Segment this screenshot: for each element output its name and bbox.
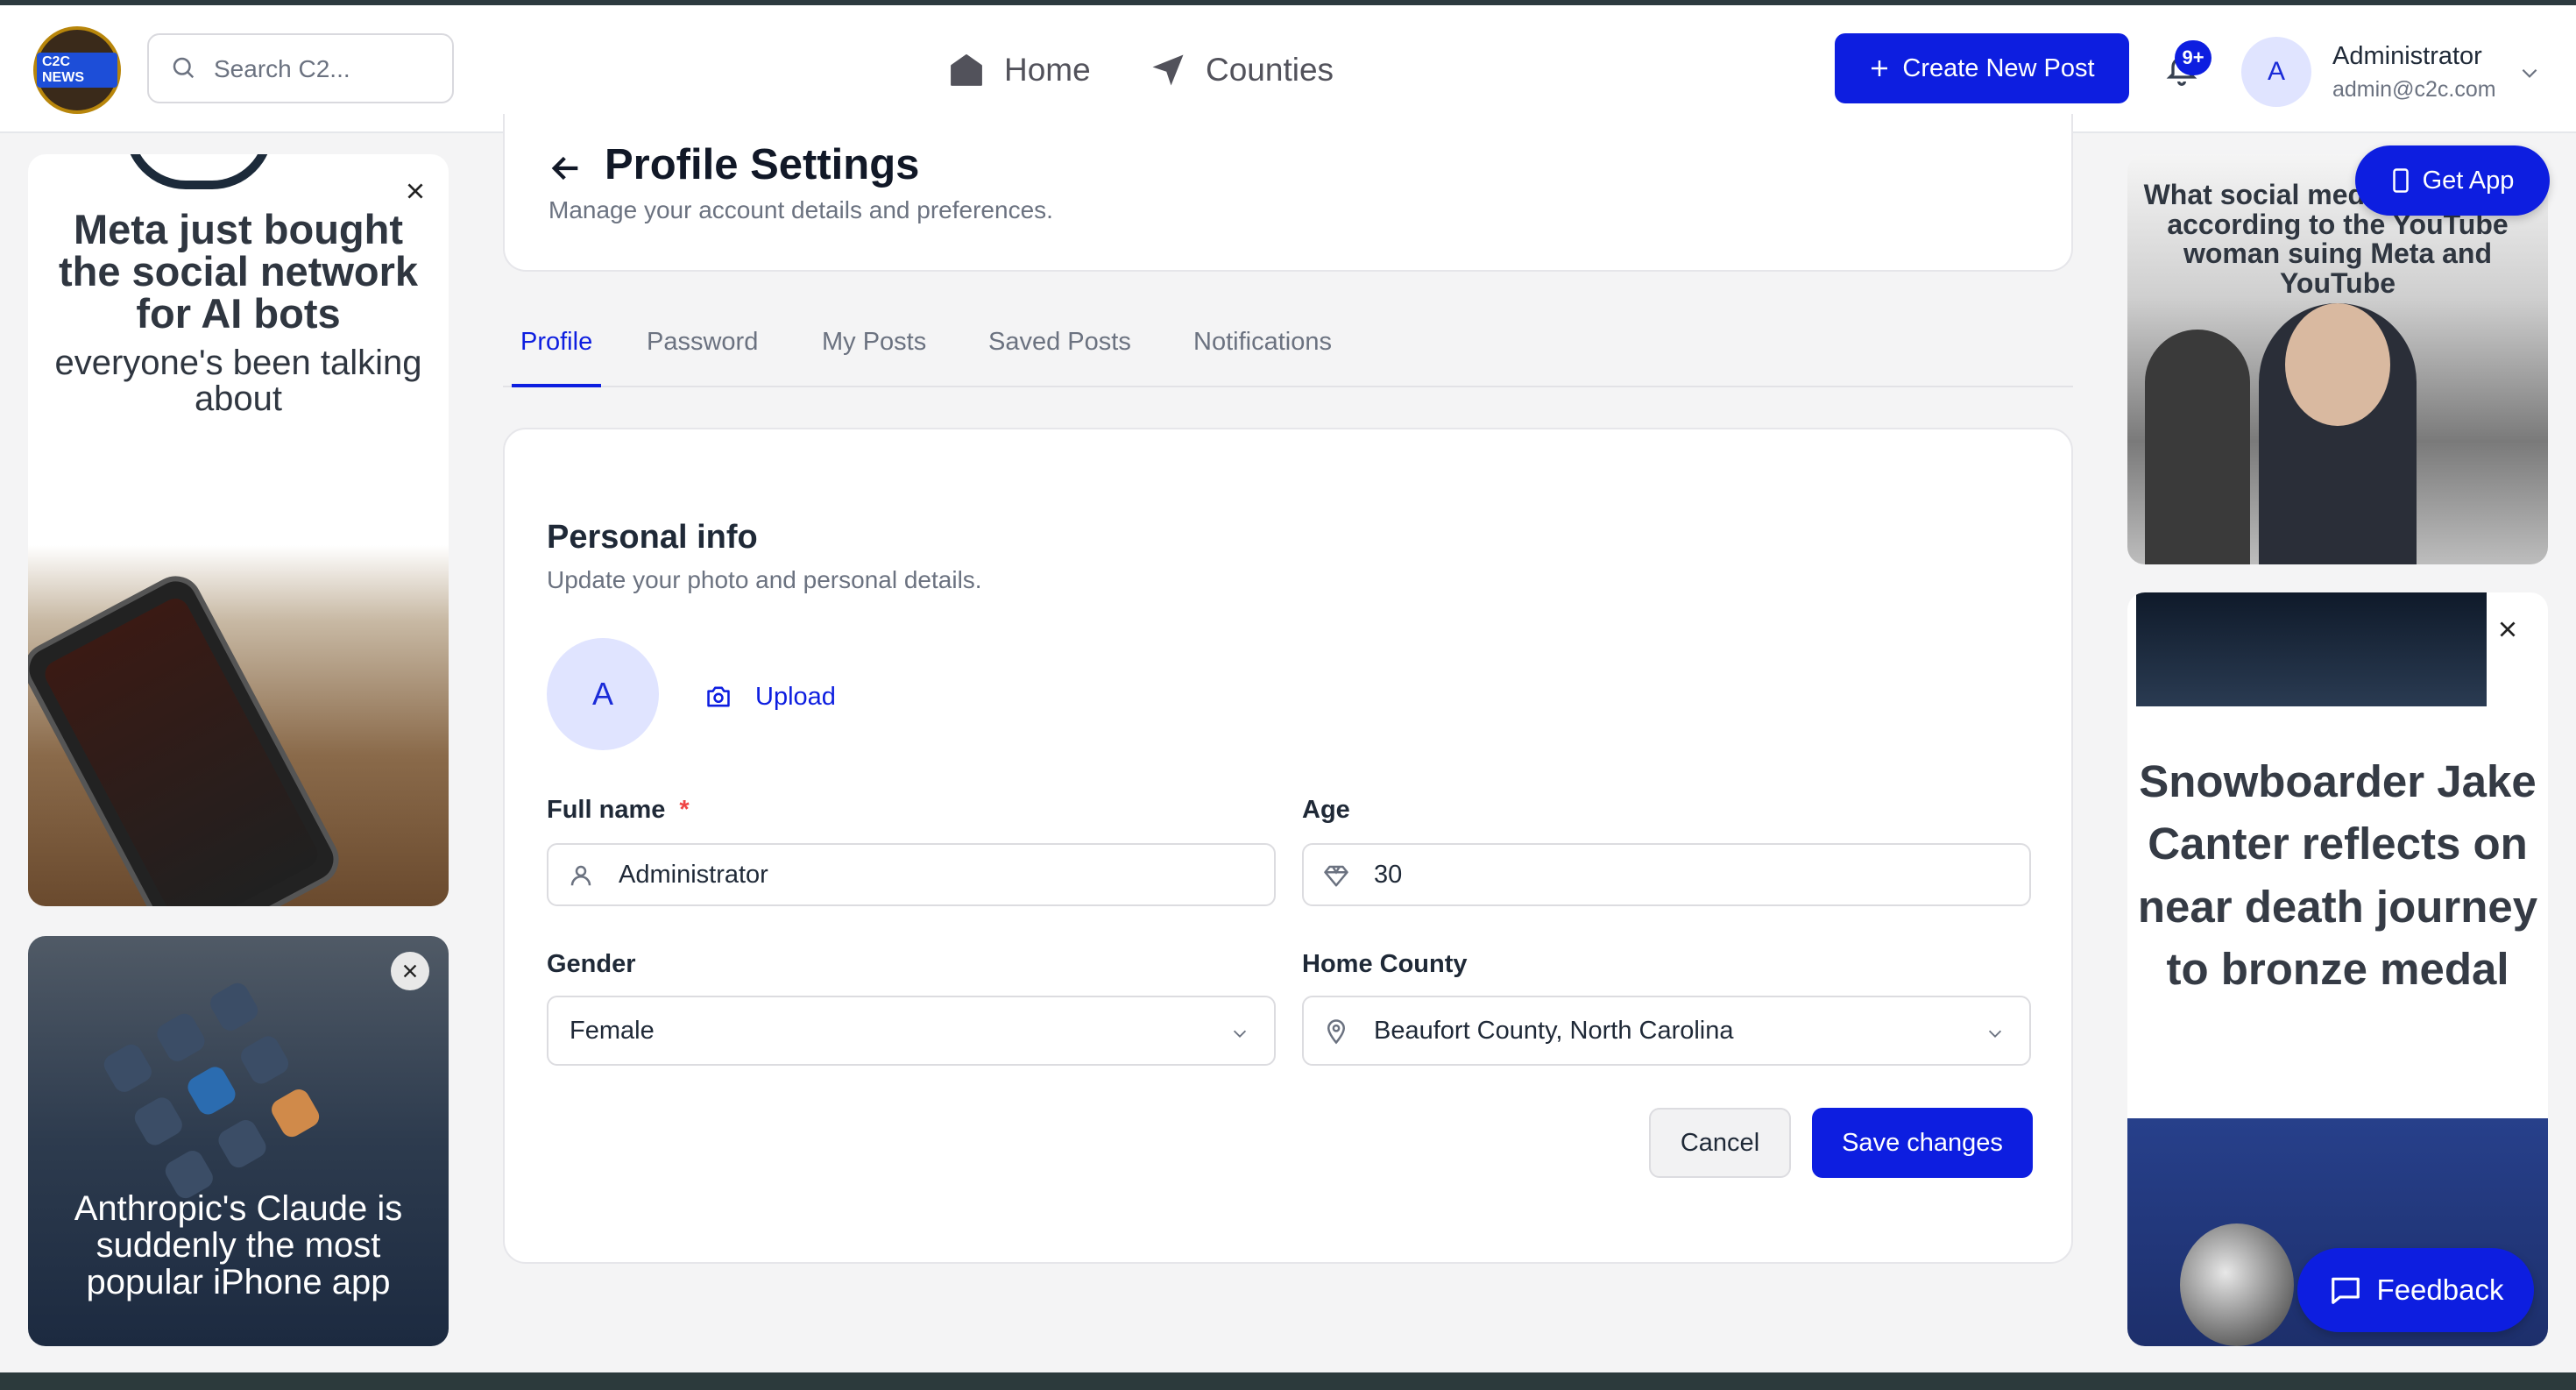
cancel-button[interactable]: Cancel	[1649, 1108, 1791, 1178]
tab-password[interactable]: Password	[647, 328, 758, 384]
tab-profile[interactable]: Profile	[512, 328, 602, 387]
save-changes-button[interactable]: Save changes	[1812, 1108, 2033, 1178]
back-arrow-icon[interactable]	[548, 151, 584, 186]
age-label: Age	[1302, 796, 1350, 824]
ad-headline: Meta just bought the social network for …	[58, 206, 419, 337]
page-title: Profile Settings	[605, 141, 920, 188]
tab-notifications[interactable]: Notifications	[1193, 328, 1332, 384]
full-name-label-text: Full name	[547, 796, 666, 824]
full-name-field[interactable]: Administrator	[547, 843, 1276, 906]
upload-photo-button[interactable]: Upload	[704, 675, 836, 719]
get-app-button[interactable]: Get App	[2355, 145, 2550, 216]
search-icon	[173, 57, 195, 79]
tab-saved-posts[interactable]: Saved Posts	[988, 328, 1131, 384]
phone-icon	[2392, 168, 2409, 193]
navigation-arrow-icon	[1152, 54, 1184, 86]
nav-counties[interactable]: Counties	[1150, 46, 1334, 95]
logo-text: C2C NEWS	[37, 53, 117, 88]
close-icon[interactable]	[391, 952, 429, 990]
settings-tabs: Profile Password My Posts Saved Posts No…	[503, 316, 2073, 387]
ad-image	[2136, 592, 2487, 706]
ad-anthropic-claude[interactable]: Anthropic's Claude is suddenly the most …	[28, 936, 449, 1346]
get-app-label: Get App	[2422, 166, 2515, 195]
search-input[interactable]	[212, 47, 435, 91]
diamond-icon	[1324, 865, 1348, 887]
ad-decoration	[124, 154, 273, 189]
ad-social-media-lawsuit[interactable]: What social media looks like, according …	[2127, 154, 2548, 564]
search-box[interactable]	[147, 33, 454, 103]
user-name[interactable]: Administrator	[2332, 42, 2482, 71]
nav-home[interactable]: Home	[948, 46, 1091, 95]
personal-info-card: Personal info Update your photo and pers…	[503, 428, 2073, 1264]
ad-snowboarder[interactable]: Snowboarder Jake Canter reflects on near…	[2127, 592, 2548, 1346]
nav-counties-label: Counties	[1206, 52, 1334, 88]
home-county-select[interactable]: Beaufort County, North Carolina	[1302, 996, 2031, 1066]
plus-icon	[1872, 60, 1888, 76]
home-county-value: Beaufort County, North Carolina	[1374, 1017, 1734, 1045]
notification-badge: 9+	[2175, 40, 2212, 75]
age-field[interactable]: 30	[1302, 843, 2031, 906]
phone-image	[28, 566, 349, 906]
close-icon[interactable]	[2488, 610, 2527, 649]
required-mark: *	[679, 796, 690, 824]
chat-icon	[2331, 1277, 2360, 1304]
create-new-post-label: Create New Post	[1902, 53, 2095, 82]
user-avatar[interactable]: A	[2241, 37, 2311, 107]
camera-icon	[707, 686, 730, 707]
close-icon[interactable]	[396, 172, 435, 210]
ad-subheadline: everyone's been talking about	[54, 344, 422, 418]
user-icon	[570, 865, 591, 886]
feedback-button[interactable]: Feedback	[2297, 1248, 2534, 1332]
full-name-value: Administrator	[619, 861, 768, 889]
chevron-down-icon[interactable]	[2518, 61, 2541, 84]
ad-headline: Snowboarder Jake Canter reflects on near…	[2137, 756, 2538, 995]
age-value: 30	[1374, 861, 1403, 889]
chevron-down-icon	[1233, 1030, 1247, 1038]
section-subtitle: Update your photo and personal details.	[547, 566, 982, 593]
feedback-label: Feedback	[2376, 1273, 2504, 1306]
chevron-down-icon	[1988, 1030, 2002, 1038]
ad-meta-ai-bots[interactable]: Meta just bought the social network for …	[28, 154, 449, 906]
upload-label: Upload	[755, 682, 836, 711]
user-email: admin@c2c.com	[2332, 77, 2496, 102]
ad-headline: Anthropic's Claude is suddenly the most …	[74, 1189, 403, 1301]
map-pin-icon	[1327, 1019, 1346, 1045]
gender-select[interactable]: Female	[547, 996, 1276, 1066]
full-name-label: Full name *	[547, 796, 690, 825]
gender-value: Female	[570, 1017, 655, 1045]
page-subtitle: Manage your account details and preferen…	[548, 196, 1053, 223]
face-image	[2285, 303, 2390, 426]
window-bottom-edge	[0, 1372, 2576, 1390]
person-image	[2145, 330, 2250, 564]
helmet-image	[2180, 1223, 2294, 1346]
site-logo[interactable]: C2C NEWS	[33, 26, 121, 114]
create-new-post-button[interactable]: Create New Post	[1835, 33, 2129, 103]
section-title: Personal info	[547, 519, 758, 556]
page-header-card: Profile Settings Manage your account det…	[503, 114, 2073, 272]
gender-label: Gender	[547, 950, 636, 978]
nav-home-label: Home	[1004, 52, 1091, 88]
tab-my-posts[interactable]: My Posts	[822, 328, 926, 384]
home-icon	[951, 54, 982, 86]
home-county-label: Home County	[1302, 950, 1468, 978]
profile-avatar: A	[547, 638, 659, 750]
